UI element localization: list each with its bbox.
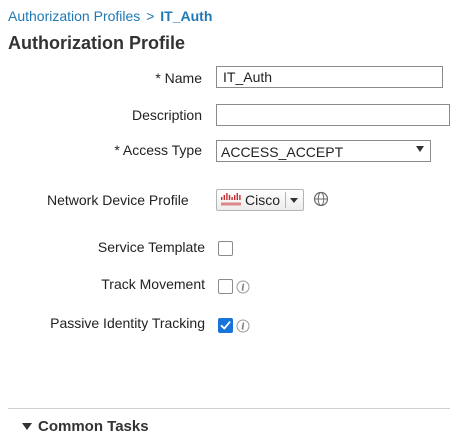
breadcrumb-current: IT_Auth (160, 8, 213, 24)
access-type-select[interactable]: ACCESS_ACCEPT (216, 140, 431, 162)
globe-icon[interactable] (313, 191, 329, 207)
section-divider (8, 408, 450, 409)
track-movement-checkbox[interactable] (218, 279, 233, 294)
breadcrumb-separator: > (146, 8, 155, 24)
page-title: Authorization Profile (8, 33, 185, 53)
chevron-down-icon[interactable] (22, 423, 32, 430)
service-template-label: Service Template (97, 239, 205, 255)
cisco-logo-icon (221, 193, 241, 206)
info-icon[interactable]: i (236, 280, 250, 294)
passive-identity-tracking-checkbox[interactable] (218, 318, 233, 333)
chevron-down-icon (416, 146, 424, 152)
description-input[interactable] (216, 104, 450, 126)
network-device-profile-value: Cisco (245, 192, 281, 208)
select-divider (285, 192, 286, 208)
name-input[interactable] (216, 66, 443, 88)
common-tasks-header[interactable]: Common Tasks (38, 418, 149, 435)
track-movement-label: Track Movement (101, 276, 205, 292)
access-type-label: * Access Type (114, 142, 202, 158)
svg-text:i: i (241, 323, 245, 333)
network-device-profile-label: Network Device Profile (47, 192, 189, 208)
network-device-profile-select[interactable]: Cisco (216, 189, 304, 211)
chevron-down-icon (290, 198, 298, 203)
access-type-value: ACCESS_ACCEPT (221, 144, 344, 160)
description-label: Description (131, 107, 202, 123)
info-icon[interactable]: i (236, 319, 250, 333)
passive-identity-tracking-label: Passive Identity Tracking (50, 315, 205, 331)
breadcrumb: Authorization Profiles > IT_Auth (8, 8, 212, 24)
name-label: * Name (155, 70, 202, 86)
service-template-checkbox[interactable] (218, 241, 233, 256)
breadcrumb-link-authorization-profiles[interactable]: Authorization Profiles (8, 8, 140, 24)
svg-text:i: i (241, 284, 245, 294)
checkmark-icon (220, 321, 231, 330)
